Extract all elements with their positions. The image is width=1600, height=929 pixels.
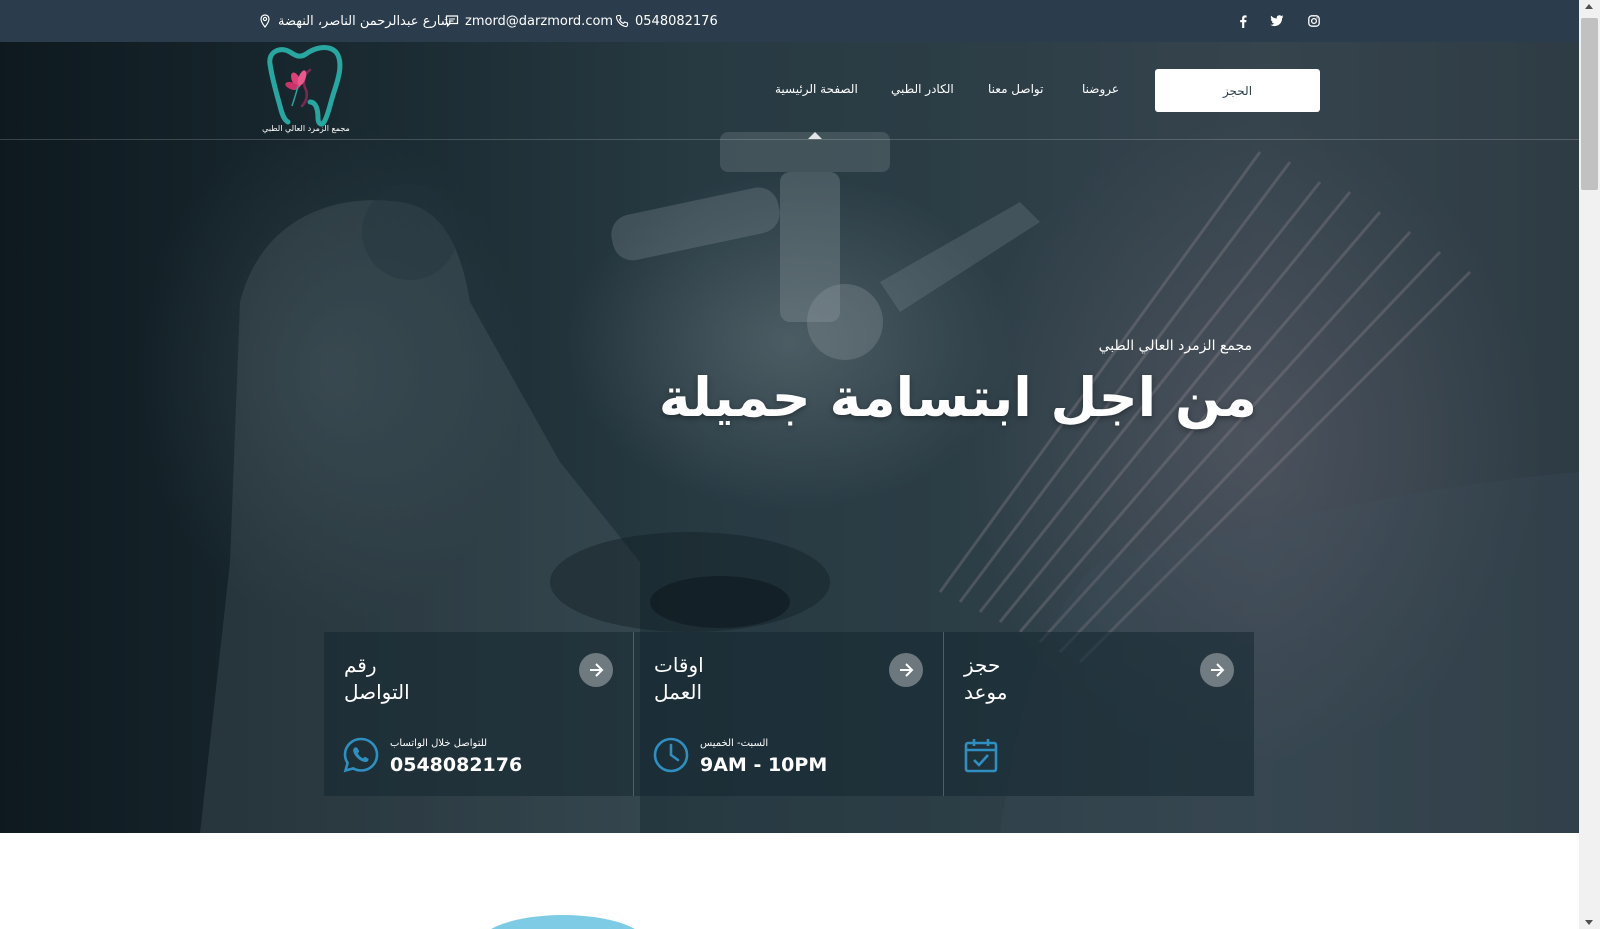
phone-icon <box>615 14 629 28</box>
calendar-check-icon <box>964 739 998 773</box>
facebook-link[interactable] <box>1231 0 1255 42</box>
book-button[interactable]: الحجز <box>1155 69 1320 112</box>
location-pin-icon <box>260 14 270 28</box>
twitter-icon <box>1270 15 1284 27</box>
nav-item-offers[interactable]: عروضنا <box>1082 82 1119 96</box>
card-phone-value[interactable]: 0548082176 <box>390 754 522 776</box>
arrow-right-icon[interactable] <box>889 653 923 687</box>
message-icon <box>445 15 459 28</box>
info-cards: رقم التواصل للتواصل خلال الواتساب 054808… <box>324 632 1254 796</box>
hero-title: من اجل ابتسامة جميلة <box>658 366 1257 429</box>
instagram-link[interactable] <box>1302 0 1326 42</box>
scroll-down-arrow-icon[interactable] <box>1585 920 1593 925</box>
scroll-up-arrow-icon[interactable] <box>1585 4 1593 9</box>
clinic-logo[interactable] <box>258 44 354 136</box>
card-hours-value: 9AM - 10PM <box>700 754 828 776</box>
card-caption: السبت- الخميس <box>700 738 769 749</box>
hero-subtitle: مجمع الزمرد العالي الطبي <box>1098 338 1252 354</box>
clock-icon <box>653 737 689 773</box>
nav-item-contact[interactable]: تواصل معنا <box>988 82 1043 96</box>
address-info: شارع عبدالرحمن الناصر، النهضة <box>258 0 452 42</box>
phone-text[interactable]: 0548082176 <box>635 14 718 29</box>
email-info[interactable]: zmord@darzmord.com <box>445 0 613 42</box>
whatsapp-icon <box>343 737 379 773</box>
decorative-arc <box>478 915 648 929</box>
active-nav-caret-icon <box>808 132 822 139</box>
arrow-right-icon[interactable] <box>1200 653 1234 687</box>
instagram-icon <box>1308 15 1320 27</box>
address-text: شارع عبدالرحمن الناصر، النهضة <box>278 13 452 29</box>
nav-divider <box>0 139 1579 140</box>
book-appointment-card[interactable]: حجز موعد <box>944 632 1254 796</box>
card-title: رقم التواصل <box>344 653 410 704</box>
card-title: اوقات العمل <box>654 653 704 704</box>
working-hours-card[interactable]: اوقات العمل السبت- الخميس 9AM - 10PM <box>634 632 944 796</box>
page-scrollbar[interactable] <box>1579 0 1600 929</box>
nav-item-home[interactable]: الصفحة الرئيسية <box>775 82 858 96</box>
next-section <box>0 833 1579 929</box>
facebook-icon <box>1240 14 1247 28</box>
email-text[interactable]: zmord@darzmord.com <box>465 14 613 29</box>
card-caption: للتواصل خلال الواتساب <box>390 738 488 749</box>
arrow-right-icon[interactable] <box>579 653 613 687</box>
phone-info[interactable]: 0548082176 <box>615 0 718 42</box>
hero-section: مجمع الزمرد العالي الطبي الصفحة الرئيسية… <box>0 42 1579 833</box>
nav-item-medical-staff[interactable]: الكادر الطبي <box>891 82 954 96</box>
logo-caption: مجمع الزمرد العالي الطبي <box>262 124 350 133</box>
twitter-link[interactable] <box>1265 0 1289 42</box>
card-title: حجز موعد <box>964 653 1008 704</box>
contact-number-card[interactable]: رقم التواصل للتواصل خلال الواتساب 054808… <box>324 632 634 796</box>
top-info-bar: شارع عبدالرحمن الناصر، النهضة zmord@darz… <box>0 0 1579 42</box>
scroll-thumb[interactable] <box>1581 18 1598 190</box>
